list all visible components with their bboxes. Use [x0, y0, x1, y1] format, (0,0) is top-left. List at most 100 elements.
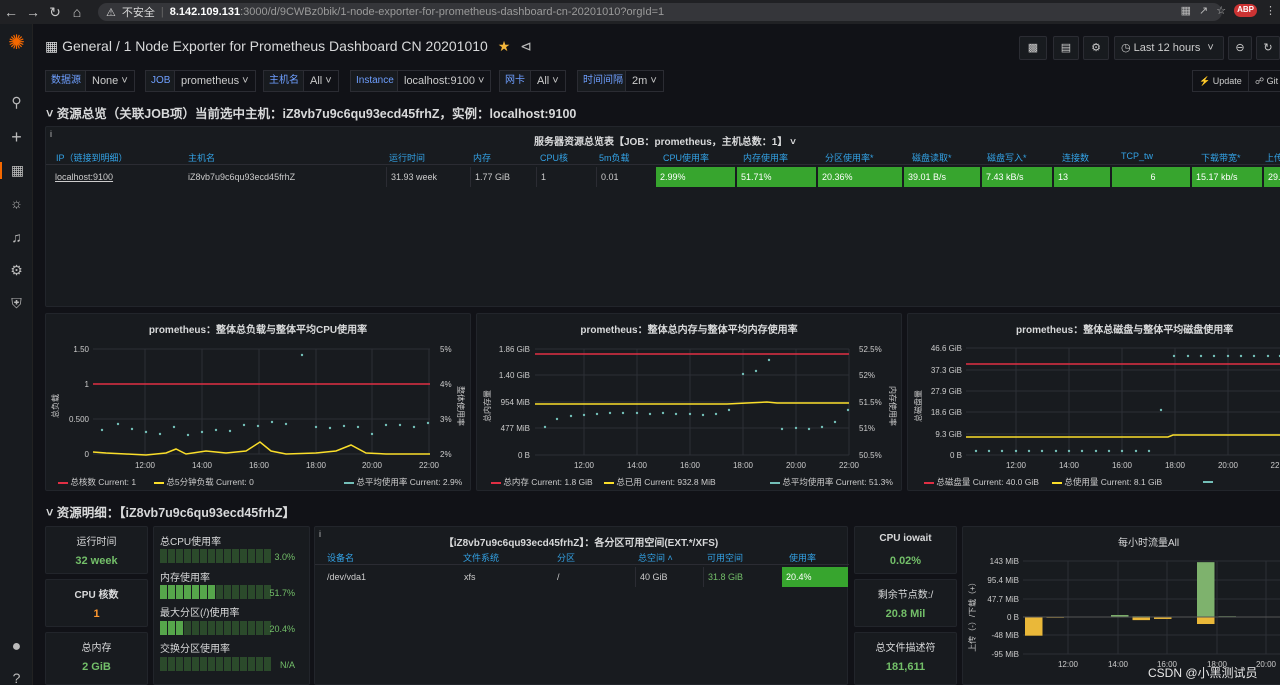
col-disk-read[interactable]: 磁盘读取* — [912, 151, 952, 164]
favorite-star-icon[interactable]: ★ — [498, 38, 511, 54]
cpu-legend-cores[interactable]: 总核数 Current: 1 — [58, 476, 136, 488]
gauge-cell — [192, 657, 199, 671]
gauge-cell — [240, 549, 247, 563]
stat-title: CPU 核数 — [46, 586, 147, 601]
gauge-cell — [168, 549, 175, 563]
refresh-icon[interactable]: ↻ — [1256, 36, 1280, 60]
time-picker-button[interactable]: ◷ Last 12 hours ˅ — [1114, 36, 1224, 60]
overview-table-title[interactable]: 服务器资源总览表【JOB：prometheus，主机总数：1】 ˅ — [46, 133, 1280, 148]
cpu-legend-load5[interactable]: 总5分钟负载 Current: 0 — [154, 476, 254, 488]
var-select-interval[interactable]: 2m ˅ — [625, 70, 664, 92]
col-partition-usage[interactable]: 分区使用率* — [825, 151, 874, 164]
disk-legend-total[interactable]: 总磁盘量 Current: 40.0 GiB — [924, 476, 1039, 488]
col-tcp-tw[interactable]: TCP_tw — [1121, 151, 1153, 161]
traffic-x-tick: 12:00 — [1058, 660, 1079, 669]
mem-series-avg-usage — [544, 359, 849, 430]
var-select-datasource[interactable]: None ˅ — [85, 70, 135, 92]
abp-extension-icon[interactable]: ABP — [1234, 4, 1257, 17]
save-dashboard-icon[interactable]: ▤ — [1053, 36, 1079, 60]
col-filesystem[interactable]: 文件系统 — [463, 551, 499, 564]
gauge-cell — [224, 549, 231, 563]
col-cpu-usage[interactable]: CPU使用率 — [663, 151, 709, 164]
gauge-cell — [160, 549, 167, 563]
col-mem-usage[interactable]: 内存使用率 — [743, 151, 788, 164]
alerting-bell-icon[interactable]: ♫ — [0, 229, 33, 245]
home-icon[interactable]: ⌂ — [66, 4, 88, 20]
gauge-cell — [256, 549, 263, 563]
col-cpu-cores[interactable]: CPU核 — [540, 151, 568, 164]
disk-legend-avg-swatch[interactable] — [1203, 476, 1213, 486]
mem-legend-avg[interactable]: 总平均使用率 Current: 51.3% — [770, 476, 893, 488]
var-select-instance[interactable]: localhost:9100 ˅ — [397, 70, 491, 92]
reload-icon[interactable]: ↻ — [44, 4, 66, 21]
cell-ip-link[interactable]: localhost:9100 — [51, 167, 181, 187]
address-bar[interactable]: ⚠ 不安全 | 8.142.109.131 :3000/d/9CWBz0bik/… — [98, 3, 1222, 21]
col-uptime[interactable]: 运行时间 — [389, 151, 425, 164]
mem-legend-total[interactable]: 总内存 Current: 1.8 GiB — [491, 476, 593, 488]
security-label: 不安全 — [122, 4, 155, 20]
col-available[interactable]: 可用空间 — [707, 551, 743, 564]
mem-legend-used[interactable]: 总已用 Current: 932.8 MiB — [604, 476, 716, 488]
dashboard-settings-gear-icon[interactable]: ⚙ — [1083, 36, 1109, 60]
cpu-legend-avg[interactable]: 总平均使用率 Current: 2.9% — [344, 476, 462, 488]
gauge-cell — [232, 549, 239, 563]
col-load5[interactable]: 5m负载 — [599, 151, 630, 164]
legend-swatch — [604, 482, 614, 484]
row-overview-title[interactable]: ˅ 资源总览（关联JOB项）当前选中主机：iZ8vb7u9c6qu93ecd45… — [46, 103, 576, 122]
dashboards-icon[interactable]: ▦ — [0, 162, 33, 179]
gauge-cell — [224, 585, 231, 599]
configuration-gear-icon[interactable]: ⚙ — [0, 262, 33, 279]
cell-available: 31.8 GiB — [703, 567, 781, 587]
traffic-y-tick: -48 MiB — [991, 631, 1019, 640]
cpu-y2-axis-label: 整体使用率 — [456, 386, 466, 426]
user-avatar-icon[interactable]: ● — [0, 638, 33, 656]
menu-icon[interactable]: ⋮ — [1265, 4, 1276, 17]
partition-table-title[interactable]: 【iZ8vb7u9c6qu93ecd45frhZ】：各分区可用空间(EXT.*/… — [315, 534, 847, 549]
col-mount[interactable]: 分区 — [557, 551, 575, 564]
var-select-job[interactable]: prometheus ˅ — [174, 70, 256, 92]
explore-compass-icon[interactable]: ☼ — [0, 195, 33, 211]
var-select-hostname[interactable]: All ˅ — [303, 70, 339, 92]
cell-uptime: 31.93 week — [386, 167, 466, 187]
col-usage[interactable]: 使用率 — [789, 551, 816, 564]
update-button[interactable]: ⚡ Update — [1192, 70, 1249, 92]
col-total[interactable]: 总空间 ˄ — [638, 551, 673, 564]
zoom-out-icon[interactable]: ⊖ — [1228, 36, 1252, 60]
stat-title: 总文件描述符 — [855, 639, 956, 654]
back-icon[interactable]: ← — [0, 4, 22, 20]
col-device[interactable]: 设备名 — [327, 551, 354, 564]
gauge-cell — [240, 621, 247, 635]
forward-icon[interactable]: → — [22, 4, 44, 20]
legend-swatch — [58, 482, 68, 484]
search-icon[interactable]: ⚲ — [0, 94, 33, 111]
col-disk-write[interactable]: 磁盘写入* — [987, 151, 1027, 164]
help-icon[interactable]: ? — [0, 670, 33, 685]
mem-y2-tick: 50.5% — [859, 451, 882, 460]
disk-x-tick: 18:00 — [1165, 461, 1186, 470]
bookmark-star-icon[interactable]: ☆ — [1216, 4, 1226, 17]
memory-chart-svg: 1.86 GiB 1.40 GiB 954 MiB 477 MiB 0 B 52… — [477, 314, 903, 492]
var-label-interval: 时间间隔 — [577, 70, 629, 92]
col-connections[interactable]: 连接数 — [1062, 151, 1089, 164]
dashboard-title[interactable]: 1 Node Exporter for Prometheus Dashboard… — [124, 38, 488, 54]
col-upload[interactable]: 上传 — [1265, 151, 1280, 164]
col-hostname[interactable]: 主机名 — [188, 151, 215, 164]
server-admin-shield-icon[interactable]: ⛨ — [0, 295, 33, 312]
share-icon[interactable]: ↗ — [1199, 4, 1208, 17]
col-download[interactable]: 下载带宽* — [1201, 151, 1241, 164]
add-panel-icon[interactable]: ▩ — [1019, 36, 1047, 60]
col-ip[interactable]: IP（链接到明细） — [56, 151, 128, 164]
git-link-button[interactable]: ☍ Git — [1248, 70, 1280, 92]
create-plus-icon[interactable]: + — [0, 127, 33, 148]
row-detail-title[interactable]: ˅ 资源明细：【iZ8vb7u9c6qu93ecd45frhZ】 — [46, 502, 295, 521]
translate-icon[interactable]: ▦ — [1181, 4, 1191, 17]
share-dashboard-icon[interactable]: ⊲ — [520, 38, 532, 54]
breadcrumb-folder[interactable]: General — [62, 38, 112, 54]
cell-hostname: iZ8vb7u9c6qu93ecd45frhZ — [184, 167, 384, 187]
var-select-nic[interactable]: All ˅ — [530, 70, 566, 92]
cell-disk-write: 7.43 kB/s — [982, 167, 1052, 187]
disk-legend-used[interactable]: 总使用量 Current: 8.1 GiB — [1052, 476, 1162, 488]
grafana-logo-icon[interactable]: ✺ — [0, 30, 33, 55]
cell-device: /dev/vda1 — [323, 567, 453, 587]
col-memory[interactable]: 内存 — [473, 151, 491, 164]
